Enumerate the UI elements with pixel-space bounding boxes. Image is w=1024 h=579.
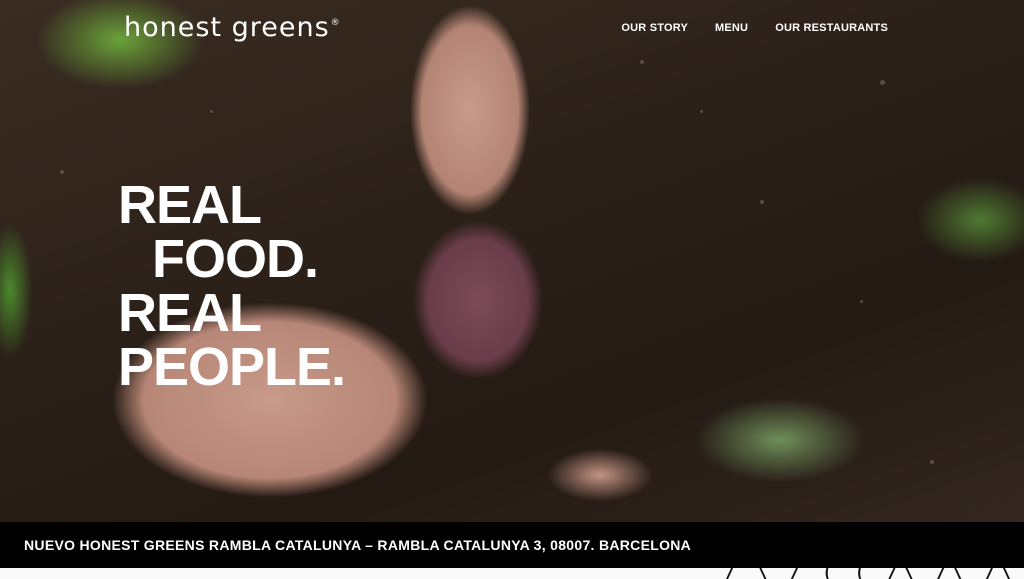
headline-line-2: FOOD.: [152, 229, 319, 289]
hero-headline: REAL FOOD. REAL PEOPLE.: [118, 175, 346, 397]
footer-strip: / \ / ( ( /\ /\ /\: [0, 568, 1024, 579]
soil-speck: [860, 300, 863, 303]
soil-speck: [760, 200, 764, 204]
soil-speck: [930, 460, 934, 464]
soil-speck: [880, 80, 885, 85]
logo-text: honest greens: [124, 12, 330, 43]
main-nav: OUR STORY MENU OUR RESTAURANTS: [621, 22, 888, 34]
soil-speck: [700, 110, 703, 113]
brand-logo[interactable]: honest greens®: [124, 12, 340, 43]
soil-speck: [60, 170, 64, 174]
headline-line-1: REAL: [118, 175, 262, 235]
nav-menu[interactable]: MENU: [715, 22, 748, 34]
nav-our-restaurants[interactable]: OUR RESTAURANTS: [775, 22, 888, 34]
headline-line-4: PEOPLE.: [118, 337, 346, 397]
registered-mark: ®: [330, 18, 341, 28]
soil-speck: [640, 60, 644, 64]
hand-drawn-doodle-icon: / \ / ( ( /\ /\ /\: [724, 568, 1016, 579]
nav-our-story[interactable]: OUR STORY: [621, 22, 688, 34]
announcement-text: NUEVO HONEST GREENS RAMBLA CATALUNYA – R…: [24, 537, 692, 553]
soil-speck: [210, 110, 213, 113]
announcement-banner[interactable]: NUEVO HONEST GREENS RAMBLA CATALUNYA – R…: [0, 522, 1024, 568]
headline-line-3: REAL: [118, 283, 262, 343]
